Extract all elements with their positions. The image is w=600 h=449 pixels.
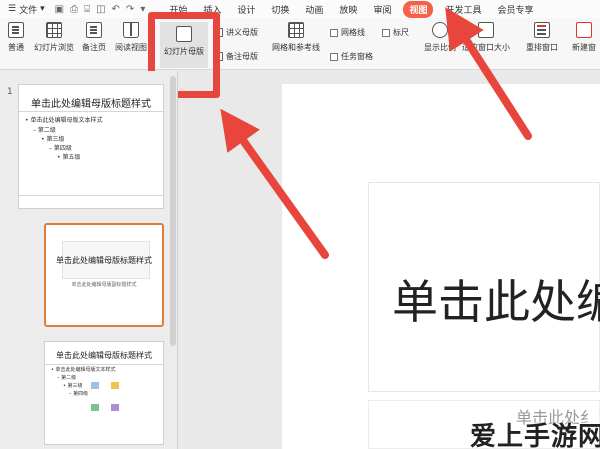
- menu-bar: ☰ 文件 ▾ ▣ ⎙ ⌸ ◫ ↶ ↷ ▾ 开始 插入 设计 切换 动画 放映 审…: [0, 0, 600, 18]
- thumb-bullet: – 第四级: [69, 391, 89, 397]
- divider: [19, 111, 163, 112]
- notes-page-icon: [86, 22, 102, 38]
- notes-master-button[interactable]: 备注母版: [214, 51, 258, 62]
- watermark: 爱上手游网: [470, 422, 600, 449]
- slide-thumbnail-panel: 1 单击此处编辑母版标题样式 • 单击此处编辑母版文本样式 – 第二级 • 第三…: [0, 71, 178, 449]
- export-icon[interactable]: ⎙: [70, 4, 78, 15]
- gridlines-checkbox[interactable]: 网格线: [330, 27, 365, 38]
- new-window-icon: [576, 22, 592, 38]
- handout-master-label: 讲义母版: [226, 28, 258, 37]
- quick-access-toolbar: ▣ ⎙ ⌸ ◫ ↶ ↷ ▾: [49, 4, 152, 15]
- task-pane-label: 任务窗格: [341, 52, 373, 61]
- save-icon[interactable]: ▣: [55, 4, 64, 15]
- normal-view-button[interactable]: 普通: [8, 22, 24, 53]
- notes-page-label: 备注页: [82, 43, 106, 52]
- tab-member[interactable]: 会员专享: [489, 1, 541, 18]
- preview-icon[interactable]: ◫: [96, 4, 105, 15]
- ruler-checkbox[interactable]: 标尺: [382, 27, 409, 38]
- zoom-label: 显示比例: [424, 43, 456, 52]
- hamburger-icon: ☰: [8, 4, 17, 14]
- file-menu[interactable]: ☰ 文件 ▾: [0, 3, 49, 16]
- thumb-subtitle: 单击此处编辑母版副标题样式: [71, 282, 137, 288]
- grid-guides-button[interactable]: 网格和参考线: [272, 22, 320, 53]
- fit-window-icon: [478, 22, 494, 38]
- thumbnail-scrollbar[interactable]: [170, 76, 176, 346]
- file-menu-label: 文件: [19, 5, 38, 16]
- slide-title-text[interactable]: 单击此处编: [392, 266, 600, 332]
- tab-review[interactable]: 审阅: [365, 1, 399, 18]
- thumb-bullet: – 第二级: [33, 127, 56, 134]
- slide-browse-button[interactable]: 幻灯片浏览: [34, 22, 74, 53]
- tab-transitions[interactable]: 切换: [263, 1, 297, 18]
- print-icon[interactable]: ⌸: [84, 4, 90, 15]
- thumb-bullet: • 第五级: [57, 154, 81, 161]
- handout-master-button[interactable]: 讲义母版: [214, 27, 258, 38]
- reading-view-label: 阅读视图: [115, 43, 147, 52]
- grid-guides-icon: [288, 22, 304, 38]
- chevron-down-icon: ▾: [40, 4, 45, 14]
- tab-slideshow[interactable]: 放映: [331, 1, 365, 18]
- master-slide-thumbnail[interactable]: 单击此处编辑母版标题样式 • 单击此处编辑母版文本样式 – 第二级 • 第三级 …: [18, 84, 164, 209]
- divider: [45, 364, 163, 365]
- slide-browse-label: 幻灯片浏览: [34, 43, 74, 52]
- ruler-check-icon: [382, 28, 390, 37]
- thumb-title: 单击此处编辑母版标题样式: [56, 351, 152, 360]
- undo-icon[interactable]: ↶: [112, 4, 120, 15]
- layout-slide-thumbnail[interactable]: 单击此处编辑母版标题样式 • 单击此处编辑母版文本样式 – 第二级 • 第三级 …: [44, 341, 164, 445]
- slide-browse-icon: [46, 22, 62, 38]
- ribbon: 普通 幻灯片浏览 备注页 阅读视图 讲义母版 备注母版 网格和参考线 网格线 标…: [0, 18, 600, 70]
- tab-developer[interactable]: 开发工具: [437, 1, 489, 18]
- slide-number: 1: [7, 87, 13, 97]
- tab-animations[interactable]: 动画: [297, 1, 331, 18]
- reading-view-button[interactable]: 阅读视图: [115, 22, 147, 53]
- arrange-window-button[interactable]: 重排窗口: [526, 22, 558, 53]
- tab-design[interactable]: 设计: [229, 1, 263, 18]
- grid-guides-label: 网格和参考线: [272, 43, 320, 52]
- normal-view-label: 普通: [8, 43, 24, 52]
- thumb-title: 单击此处编辑母版标题样式: [56, 256, 152, 265]
- thumb-bullet: • 第三级: [63, 383, 83, 389]
- fit-window-button[interactable]: 适应窗口大小: [462, 22, 510, 53]
- arrange-window-icon: [534, 22, 550, 38]
- redo-icon[interactable]: ↷: [126, 4, 134, 15]
- table-icon: [91, 404, 99, 411]
- thumb-title: 单击此处编辑母版标题样式: [31, 99, 151, 110]
- thumb-bullet: • 第三级: [41, 136, 65, 143]
- notes-page-button[interactable]: 备注页: [82, 22, 106, 53]
- divider: [19, 195, 163, 196]
- media-icon: [111, 404, 119, 411]
- zoom-button[interactable]: 显示比例: [424, 22, 456, 53]
- normal-view-icon: [8, 22, 24, 38]
- new-window-button[interactable]: 新建窗: [572, 22, 596, 53]
- arrange-window-label: 重排窗口: [526, 43, 558, 52]
- picture-icon: [91, 382, 99, 389]
- task-pane-check-icon: [330, 52, 338, 61]
- thumb-bullet: • 单击此处编辑母版文本样式: [51, 367, 116, 373]
- thumb-bullet: – 第二级: [57, 375, 77, 381]
- fit-window-label: 适应窗口大小: [462, 43, 510, 52]
- thumb-bullet: • 单击此处编辑母版文本样式: [25, 117, 103, 124]
- tab-view[interactable]: 视图: [403, 0, 434, 18]
- layout-slide-thumbnail-selected[interactable]: 单击此处编辑母版标题样式 单击此处编辑母版副标题样式: [44, 223, 164, 327]
- zoom-icon: [432, 22, 448, 38]
- dropdown-icon[interactable]: ▾: [140, 4, 145, 15]
- task-pane-checkbox[interactable]: 任务窗格: [330, 51, 373, 62]
- new-window-label: 新建窗: [572, 43, 596, 52]
- gridlines-check-icon: [330, 28, 338, 37]
- reading-view-icon: [123, 22, 139, 38]
- thumb-bullet: – 第四级: [49, 145, 72, 152]
- ruler-label: 标尺: [393, 28, 409, 37]
- notes-master-label: 备注母版: [226, 52, 258, 61]
- gridlines-label: 网格线: [341, 28, 365, 37]
- chart-icon: [111, 382, 119, 389]
